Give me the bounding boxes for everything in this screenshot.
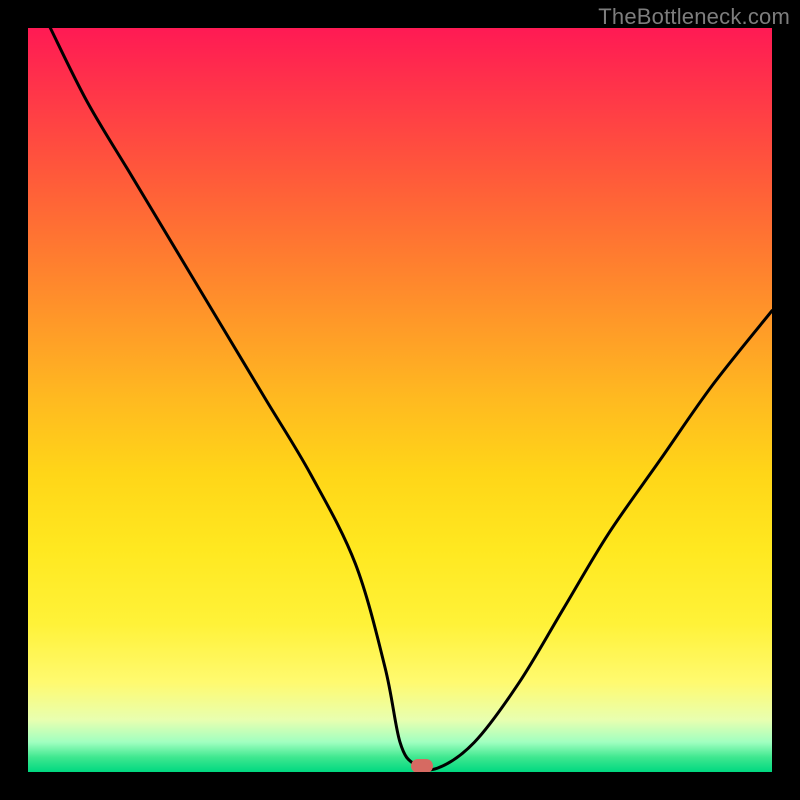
curve-line xyxy=(28,28,772,772)
optimum-marker-icon xyxy=(411,759,433,772)
plot-area xyxy=(28,28,772,772)
watermark-text: TheBottleneck.com xyxy=(598,4,790,30)
chart-frame: TheBottleneck.com xyxy=(0,0,800,800)
